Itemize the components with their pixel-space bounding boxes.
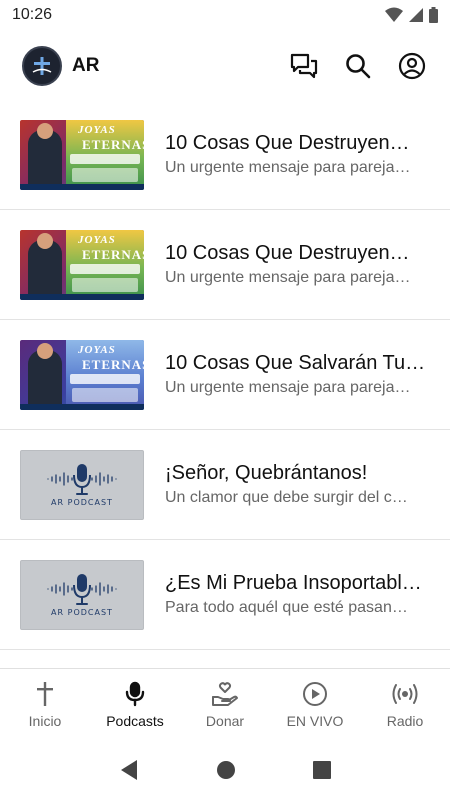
thumbnail-band [70,263,140,274]
play-circle-icon [303,681,327,706]
nav-label: Radio [386,712,424,729]
episode-subtitle: Un urgente mensaje para pareja… [165,379,411,396]
podcast-thumbnail: AR PODCAST [20,559,144,630]
system-navigation-bar [0,740,450,800]
episode-row[interactable]: JOYAS ETERNAS 10 Cosas Que Destruyen… Un… [0,210,450,320]
back-triangle-icon[interactable] [119,759,139,781]
recents-square-icon[interactable] [313,761,332,779]
donate-hand-heart-icon [212,681,238,706]
account-button[interactable] [396,50,428,82]
episode-title: ¡Señor, Quebrántanos! [165,462,368,484]
app-title: AR [72,55,100,76]
thumbnail-series-word2: ETERNAS [82,136,144,152]
episode-row[interactable]: JOYAS ETERNAS 10 Cosas Que Destruyen… Un… [0,100,450,210]
thumbnail-caption-box [72,167,138,182]
thumbnail-band [70,373,140,384]
nav-label: EN VIVO [286,712,344,729]
radio-broadcast-icon [392,683,418,704]
app-actions [288,50,428,82]
thumbnail-caption-box [72,277,138,292]
episode-row[interactable]: AR PODCAST ¿Es Mi Prueba Insoportabl… Pa… [0,540,450,650]
episode-row[interactable]: AR PODCAST ¡Señor, Quebrántanos! Un clam… [0,430,450,540]
episode-title: 10 Cosas Que Destruyen… [165,132,410,154]
wifi-icon [385,7,403,22]
nav-label: Inicio [28,712,62,729]
thumbnail-caption-box [72,387,138,402]
episode-subtitle: Un urgente mensaje para pareja… [165,159,411,176]
nav-item-radio[interactable]: Radio [360,669,450,740]
podcast-mic-icon [47,464,117,495]
app-logo[interactable] [22,46,62,86]
thumbnail-series-word2: ETERNAS [82,246,144,262]
episode-list: JOYAS ETERNAS 10 Cosas Que Destruyen… Un… [0,100,450,650]
thumbnail-band [70,153,140,164]
thumbnail-strip [20,183,144,190]
speaker-figure [28,129,62,190]
episode-title: 10 Cosas Que Destruyen… [165,242,410,264]
status-time: 10:26 [12,6,53,23]
speaker-head [37,342,53,359]
speaker-head [37,232,53,249]
bottom-navigation: Inicio Podcasts Donar EN VIVO Radio [0,668,450,740]
episode-subtitle: Para todo aquél que esté pasan… [165,599,408,616]
cross-icon [37,681,53,706]
episode-title: 10 Cosas Que Salvarán Tu… [165,352,426,374]
episode-text: 10 Cosas Que Salvarán Tu… Un urgente men… [165,352,450,397]
app-bar: AR [0,40,450,92]
thumbnail-series-word2: ETERNAS [82,356,144,372]
speaker-figure [28,349,62,410]
nav-label: Podcasts [106,712,164,729]
episode-text: ¡Señor, Quebrántanos! Un clamor que debe… [165,462,450,507]
thumbnail-strip [20,403,144,410]
episode-row[interactable]: JOYAS ETERNAS 10 Cosas Que Salvarán Tu… … [0,320,450,430]
episode-text: ¿Es Mi Prueba Insoportabl… Para todo aqu… [165,572,450,617]
episode-title: ¿Es Mi Prueba Insoportabl… [165,572,422,594]
podcast-thumbnail-label: AR PODCAST [51,498,113,507]
podcast-thumbnail-label: AR PODCAST [51,608,113,617]
podcast-mic-icon [47,574,117,605]
nav-item-donar[interactable]: Donar [180,669,270,740]
search-button[interactable] [342,50,374,82]
microphone-icon [125,681,145,706]
speaker-figure [28,239,62,300]
nav-label: Donar [205,712,245,729]
nav-item-inicio[interactable]: Inicio [0,669,90,740]
status-bar: 10:26 [0,0,450,30]
episode-text: 10 Cosas Que Destruyen… Un urgente mensa… [165,242,450,287]
speaker-head [37,122,53,139]
account-circle-icon [398,52,426,80]
episode-subtitle: Un urgente mensaje para pareja… [165,269,411,286]
thumbnail-series-word1: JOYAS [78,233,116,246]
nav-item-en-vivo[interactable]: EN VIVO [270,669,360,740]
nav-item-podcasts[interactable]: Podcasts [90,669,180,740]
logo-icon [32,57,52,75]
chat-button[interactable] [288,50,320,82]
episode-text: 10 Cosas Que Destruyen… Un urgente mensa… [165,132,450,177]
podcast-thumbnail: AR PODCAST [20,449,144,520]
cellular-icon [409,8,423,22]
thumbnail-series-word1: JOYAS [78,123,116,136]
thumbnail-strip [20,293,144,300]
home-circle-icon[interactable] [216,760,236,780]
episode-thumbnail: JOYAS ETERNAS [20,229,144,300]
episode-thumbnail: JOYAS ETERNAS [20,119,144,190]
thumbnail-series-word1: JOYAS [78,343,116,356]
search-icon [346,54,371,79]
status-icons [385,7,438,23]
episode-thumbnail: JOYAS ETERNAS [20,339,144,410]
episode-subtitle: Un clamor que debe surgir del c… [165,489,408,506]
battery-icon [429,7,438,23]
chat-icon [290,53,318,79]
